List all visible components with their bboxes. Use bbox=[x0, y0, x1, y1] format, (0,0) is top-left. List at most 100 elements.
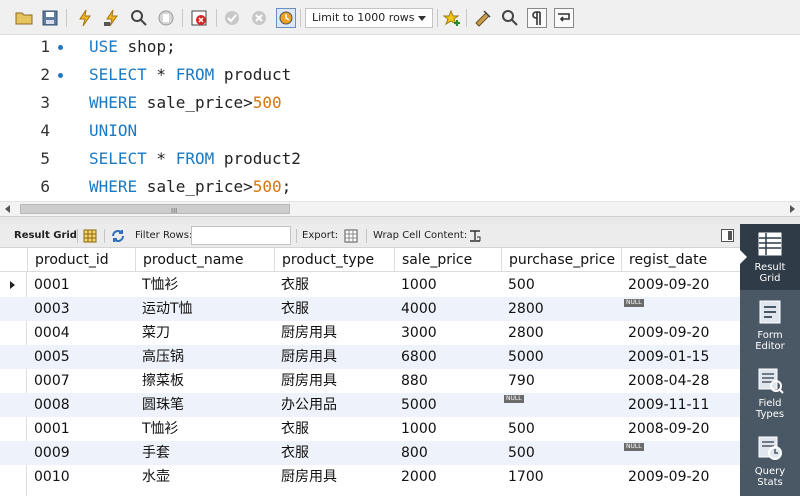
table-row[interactable]: 0003 运动T恤 衣服 4000 2800 NULL bbox=[0, 297, 740, 321]
editor-line[interactable]: 4 UNION bbox=[0, 117, 790, 145]
table-cell[interactable]: 圆珠笔 bbox=[138, 393, 277, 417]
column-header-product-id[interactable]: product_id bbox=[27, 248, 135, 272]
column-header-regist-date[interactable]: regist_date bbox=[621, 248, 740, 272]
table-cell[interactable]: 5000 bbox=[504, 345, 624, 369]
table-cell[interactable]: 运动T恤 bbox=[138, 297, 277, 321]
table-cell[interactable]: 0001 bbox=[30, 417, 138, 441]
find-icon[interactable] bbox=[500, 8, 520, 28]
save-icon[interactable] bbox=[40, 8, 60, 28]
table-cell[interactable]: 3000 bbox=[397, 321, 504, 345]
table-cell[interactable]: 0010 bbox=[30, 465, 138, 489]
open-folder-icon[interactable] bbox=[14, 8, 34, 28]
table-cell[interactable]: 4000 bbox=[397, 297, 504, 321]
execute-icon[interactable] bbox=[75, 8, 95, 28]
explain-icon[interactable] bbox=[129, 8, 149, 28]
side-tab-form-editor[interactable]: Form Editor bbox=[740, 292, 800, 358]
editor-line[interactable]: 5 SELECT * FROM product2 bbox=[0, 145, 790, 173]
refresh-icon[interactable] bbox=[110, 228, 126, 244]
toggle-error-icon[interactable] bbox=[189, 8, 209, 28]
table-row[interactable]: 0007 擦菜板 厨房用具 880 790 2008-04-28 bbox=[0, 369, 740, 393]
table-cell[interactable]: 0004 bbox=[30, 321, 138, 345]
table-row[interactable]: 0010 水壶 厨房用具 2000 1700 2009-09-20 bbox=[0, 465, 740, 489]
null-badge[interactable]: NULL bbox=[504, 395, 524, 403]
table-cell[interactable]: 2009-09-20 bbox=[624, 321, 740, 345]
autocommit-icon[interactable] bbox=[276, 8, 296, 28]
table-cell[interactable]: 办公用品 bbox=[277, 393, 397, 417]
table-cell[interactable]: 衣服 bbox=[277, 441, 397, 465]
wrap-cell-icon[interactable] bbox=[467, 228, 483, 244]
panel-divider[interactable] bbox=[0, 217, 800, 224]
editor-line[interactable]: 1 USE shop; bbox=[0, 33, 790, 61]
scroll-right-icon[interactable] bbox=[790, 205, 795, 213]
result-grid[interactable]: product_id product_name product_type sale_p… bbox=[0, 248, 740, 496]
filter-rows-input[interactable] bbox=[191, 226, 291, 245]
table-cell[interactable]: 500 bbox=[504, 441, 624, 465]
table-cell[interactable]: 790 bbox=[504, 369, 624, 393]
table-cell[interactable]: 800 bbox=[397, 441, 504, 465]
limit-rows-select[interactable]: Limit to 1000 rows bbox=[305, 8, 433, 28]
table-cell[interactable]: 2800 bbox=[504, 321, 624, 345]
table-cell[interactable]: 0005 bbox=[30, 345, 138, 369]
table-cell[interactable]: T恤衫 bbox=[138, 273, 277, 297]
side-tab-query-stats[interactable]: Query Stats bbox=[740, 428, 800, 494]
side-tab-result-grid[interactable]: Result Grid bbox=[740, 224, 800, 290]
table-cell[interactable]: 1000 bbox=[397, 417, 504, 441]
table-cell[interactable]: 厨房用具 bbox=[277, 465, 397, 489]
sql-editor[interactable]: 1 USE shop; 2 SELECT * FROM product 3 WHERE s… bbox=[0, 35, 800, 201]
editor-line[interactable]: 6 WHERE sale_price>500; bbox=[0, 173, 790, 201]
scroll-left-icon[interactable] bbox=[5, 205, 10, 213]
table-cell[interactable]: 0007 bbox=[30, 369, 138, 393]
table-cell[interactable]: 2009-11-11 bbox=[624, 393, 740, 417]
table-row[interactable]: 0005 高压锅 厨房用具 6800 5000 2009-01-15 bbox=[0, 345, 740, 369]
table-cell[interactable]: 水壶 bbox=[138, 465, 277, 489]
beautify-icon[interactable] bbox=[473, 8, 493, 28]
toggle-side-panel-icon[interactable] bbox=[721, 229, 734, 242]
editor-line[interactable]: 2 SELECT * FROM product bbox=[0, 61, 790, 89]
table-cell[interactable]: 菜刀 bbox=[138, 321, 277, 345]
table-cell[interactable]: 500 bbox=[504, 417, 624, 441]
table-cell[interactable]: 2008-04-28 bbox=[624, 369, 740, 393]
table-cell[interactable]: 手套 bbox=[138, 441, 277, 465]
table-cell[interactable]: 厨房用具 bbox=[277, 345, 397, 369]
table-cell[interactable]: 0008 bbox=[30, 393, 138, 417]
table-cell[interactable]: 高压锅 bbox=[138, 345, 277, 369]
table-row[interactable]: 0001 T恤衫 衣服 1000 500 2009-09-20 bbox=[0, 273, 740, 297]
table-cell[interactable]: 2008-09-20 bbox=[624, 417, 740, 441]
table-row[interactable]: 0008 圆珠笔 办公用品 5000 NULL 2009-11-11 bbox=[0, 393, 740, 417]
table-cell[interactable]: 厨房用具 bbox=[277, 321, 397, 345]
rollback-icon[interactable] bbox=[249, 8, 269, 28]
null-badge[interactable]: NULL bbox=[624, 299, 644, 307]
table-cell[interactable]: 0003 bbox=[30, 297, 138, 321]
null-badge[interactable]: NULL bbox=[624, 443, 644, 451]
table-cell[interactable]: 衣服 bbox=[277, 417, 397, 441]
table-cell[interactable]: 0001 bbox=[30, 273, 138, 297]
table-cell[interactable]: 2000 bbox=[397, 465, 504, 489]
table-cell[interactable]: 厨房用具 bbox=[277, 369, 397, 393]
table-cell[interactable]: 500 bbox=[504, 273, 624, 297]
editor-line[interactable]: 3 WHERE sale_price>500 bbox=[0, 89, 790, 117]
commit-icon[interactable] bbox=[222, 8, 242, 28]
table-cell[interactable]: 880 bbox=[397, 369, 504, 393]
table-cell[interactable]: 2009-09-20 bbox=[624, 465, 740, 489]
table-cell[interactable]: 衣服 bbox=[277, 273, 397, 297]
table-row[interactable]: 0009 手套 衣服 800 500 NULL bbox=[0, 441, 740, 465]
table-cell[interactable]: 擦菜板 bbox=[138, 369, 277, 393]
table-cell[interactable]: T恤衫 bbox=[138, 417, 277, 441]
editor-horizontal-scrollbar[interactable]: III bbox=[0, 201, 800, 217]
invisible-chars-icon[interactable] bbox=[527, 8, 547, 28]
wrap-icon[interactable] bbox=[554, 8, 574, 28]
column-header-product-name[interactable]: product_name bbox=[135, 248, 274, 272]
table-cell[interactable]: 2009-09-20 bbox=[624, 273, 740, 297]
export-icon[interactable] bbox=[343, 228, 359, 244]
table-cell[interactable]: 1000 bbox=[397, 273, 504, 297]
table-cell[interactable]: 衣服 bbox=[277, 297, 397, 321]
table-cell[interactable]: 2009-01-15 bbox=[624, 345, 740, 369]
table-cell[interactable]: 5000 bbox=[397, 393, 504, 417]
table-cell[interactable]: 2800 bbox=[504, 297, 624, 321]
table-cell[interactable]: 0009 bbox=[30, 441, 138, 465]
grid-view-icon[interactable] bbox=[82, 228, 98, 244]
execute-current-icon[interactable] bbox=[102, 8, 122, 28]
column-header-purchase-price[interactable]: purchase_price bbox=[501, 248, 621, 272]
table-cell[interactable]: 6800 bbox=[397, 345, 504, 369]
table-row[interactable]: 0004 菜刀 厨房用具 3000 2800 2009-09-20 bbox=[0, 321, 740, 345]
